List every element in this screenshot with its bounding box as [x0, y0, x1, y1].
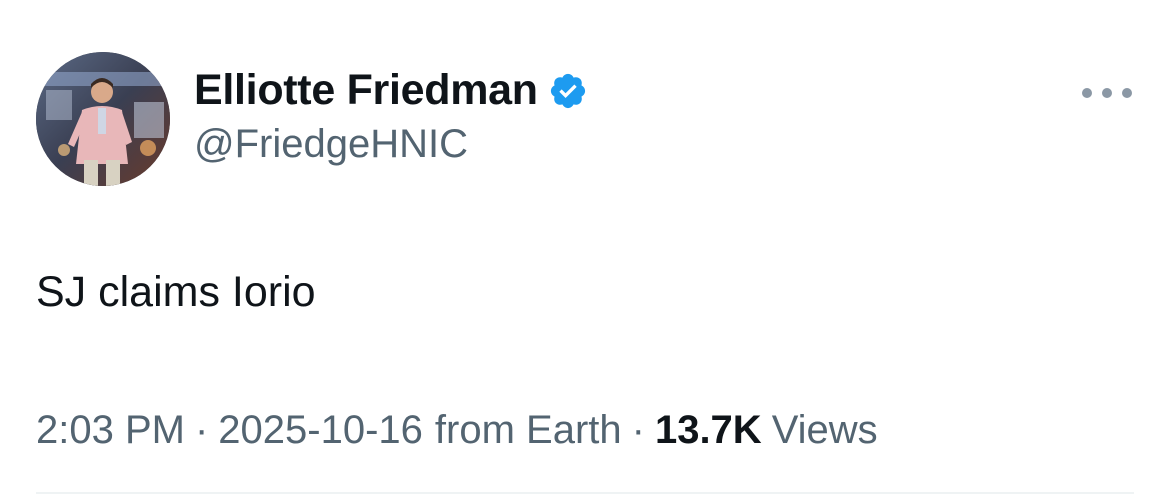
tweet-meta-row: 2:03 PM · 2025-10-16 from Earth · 13.7K … [36, 408, 878, 453]
author-display-name[interactable]: Elliotte Friedman [194, 66, 538, 115]
views-label[interactable]: Views [772, 408, 878, 453]
more-horizontal-icon [1102, 88, 1112, 98]
tweet-time[interactable]: 2:03 PM [36, 408, 185, 453]
tweet-date[interactable]: 2025-10-16 [218, 408, 423, 453]
avatar[interactable] [36, 52, 170, 186]
more-horizontal-icon [1082, 88, 1092, 98]
divider [36, 492, 1134, 494]
author-name-row[interactable]: Elliotte Friedman [194, 66, 588, 115]
avatar-image [36, 52, 170, 186]
author-handle[interactable]: @FriedgeHNIC [194, 122, 468, 167]
meta-separator: · [194, 408, 209, 452]
tweet-container: Elliotte Friedman @FriedgeHNIC SJ claims… [0, 0, 1170, 501]
meta-separator: · [631, 408, 645, 452]
tweet-source: from Earth [434, 408, 622, 452]
more-options-button[interactable] [1082, 78, 1132, 108]
views-count[interactable]: 13.7K [655, 408, 762, 453]
verified-badge-icon[interactable] [548, 71, 588, 111]
tweet-text: SJ claims Iorio [36, 268, 316, 316]
more-horizontal-icon [1122, 88, 1132, 98]
